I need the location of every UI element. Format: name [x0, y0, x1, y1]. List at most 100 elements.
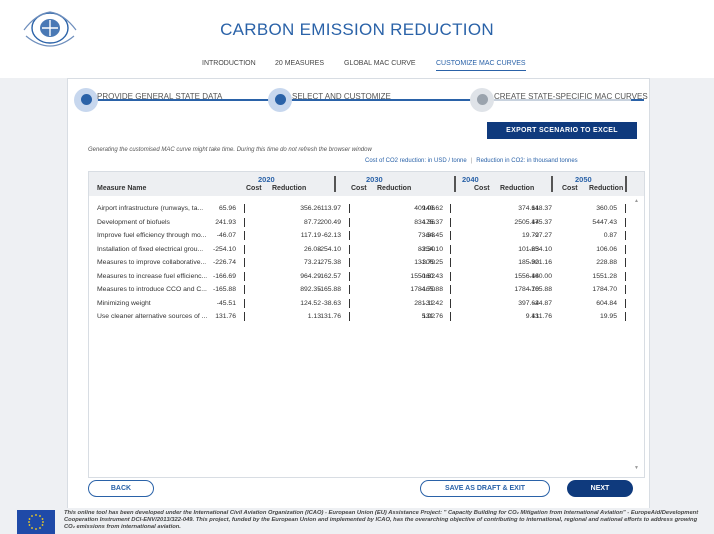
cell-divider	[450, 298, 451, 308]
tab-global-mac-curve[interactable]: GLOBAL MAC CURVE	[344, 60, 416, 67]
cost-cell: -162.57	[317, 272, 341, 280]
column-divider	[334, 176, 336, 192]
tab-customize-mac-curves[interactable]: CUSTOMIZE MAC CURVES	[436, 60, 526, 71]
generation-note: Generating the customised MAC curve migh…	[88, 147, 372, 153]
cell-divider	[450, 285, 451, 294]
cell-divider	[625, 285, 626, 294]
table-row[interactable]: Development of biofuels 241.93 87.72 200.49…	[89, 217, 629, 230]
cost-cell: -62.13	[321, 232, 341, 239]
cost-cell: -97.27	[532, 232, 552, 239]
measure-name-cell: Use cleaner alternative sources of ...	[97, 313, 208, 320]
cell-divider	[625, 298, 626, 308]
cell-divider	[625, 231, 626, 240]
table-row[interactable]: Improve fuel efficiency through mo... -46…	[89, 230, 629, 243]
measure-name-cell: Minimizing weight	[97, 299, 151, 307]
save-draft-exit-button[interactable]: SAVE AS DRAFT & EXIT	[420, 480, 550, 497]
reduction-cell: 356.26	[300, 205, 321, 212]
cell-divider	[244, 204, 245, 213]
measure-name-cell: Installation of fixed electrical grou...	[97, 245, 204, 253]
next-button[interactable]: NEXT	[567, 480, 633, 497]
reduction-cell: 87.72	[303, 218, 321, 226]
cell-divider	[349, 244, 350, 254]
cell-divider	[450, 244, 451, 254]
table-row[interactable]: Use cleaner alternative sources of ... 13…	[89, 311, 629, 324]
table-header: Measure Name 2020 Cost Reduction 2030 Co…	[89, 172, 644, 196]
cell-divider	[625, 258, 626, 267]
measure-name-cell: Measures to increase fuel efficienc...	[97, 272, 208, 280]
year-2020-header: 2020	[258, 175, 275, 184]
cost-cell: 175.37	[422, 218, 443, 226]
reduction-cell: 0.87	[603, 232, 617, 239]
cell-divider	[450, 312, 451, 321]
cost-cell: 131.76	[215, 313, 236, 320]
cell-divider	[625, 204, 626, 213]
cost-cell: -165.88	[317, 286, 341, 293]
table-row[interactable]: Minimizing weight -45.51 124.52 -38.63 281.1…	[89, 298, 629, 311]
reduction-cell: 106.06	[596, 245, 617, 253]
table-row[interactable]: Installation of fixed electrical grou...…	[89, 244, 629, 257]
table-row[interactable]: Measures to increase fuel efficienc... -1…	[89, 271, 629, 284]
scroll-up-icon[interactable]: ▲	[634, 198, 639, 204]
cell-divider	[349, 271, 350, 281]
cell-divider	[625, 244, 626, 254]
tab-20-measures[interactable]: 20 MEASURES	[275, 60, 324, 67]
cost-2040-header: Cost	[474, 185, 490, 192]
step-1-dot	[81, 94, 92, 105]
back-button[interactable]: BACK	[88, 480, 154, 497]
cost-cell: -254.10	[212, 245, 236, 253]
cost-cell: -275.38	[317, 259, 341, 266]
step-provide-general-state-data[interactable]: PROVIDE GENERAL STATE DATA	[97, 92, 222, 101]
cost-cell: 113.97	[320, 205, 341, 212]
cell-divider	[625, 312, 626, 321]
cost-cell: 131.76	[320, 313, 341, 320]
cost-2030-header: Cost	[351, 185, 367, 192]
tab-introduction[interactable]: INTRODUCTION	[202, 60, 256, 67]
reduction-2040-header: Reduction	[500, 185, 535, 192]
cell-divider	[244, 217, 245, 227]
column-divider	[454, 176, 456, 192]
cost-cell: -254.10	[317, 245, 341, 253]
cost-cell: -321.16	[528, 259, 552, 266]
cost-cell: -254.10	[419, 245, 443, 253]
measure-name-cell: Improve fuel efficiency through mo...	[97, 232, 207, 239]
cost-cell: 148.37	[531, 205, 552, 212]
cell-divider	[450, 204, 451, 213]
scroll-down-icon[interactable]: ▼	[634, 465, 639, 471]
eu-flag-icon	[17, 510, 55, 534]
cost-cell: -165.88	[419, 286, 443, 293]
cell-divider	[244, 298, 245, 308]
export-scenario-button[interactable]: EXPORT SCENARIO TO EXCEL	[487, 122, 637, 139]
reduction-2030-header: Reduction	[377, 185, 412, 192]
cell-divider	[450, 217, 451, 227]
measure-name-cell: Measures to improve collaborative...	[97, 259, 207, 266]
mac-table: Measure Name 2020 Cost Reduction 2030 Co…	[88, 171, 645, 478]
cost-cell: -254.10	[528, 245, 552, 253]
cost-unit-label: Cost of CO2 reduction: in USD / tonne	[365, 158, 467, 164]
measure-name-cell: Airport infrastructure (runways, ta...	[97, 205, 204, 212]
cost-cell: 140.62	[422, 205, 443, 212]
column-divider	[625, 176, 627, 192]
table-row[interactable]: Measures to introduce CCO and C... -165.8…	[89, 284, 629, 297]
cost-cell: -165.88	[212, 286, 236, 293]
year-2050-header: 2050	[575, 175, 592, 184]
cost-2020-header: Cost	[246, 185, 262, 192]
cost-cell: -31.42	[423, 299, 443, 307]
reduction-cell: 1551.28	[592, 272, 617, 280]
table-row[interactable]: Measures to improve collaborative... -226…	[89, 257, 629, 270]
year-2030-header: 2030	[366, 175, 383, 184]
reduction-cell: 360.05	[596, 205, 617, 212]
cell-divider	[244, 285, 245, 294]
reduction-cell: 5447.43	[592, 218, 617, 226]
cost-cell: -46.07	[216, 232, 236, 239]
cost-cell: -160.00	[528, 272, 552, 280]
step-select-and-customize[interactable]: SELECT AND CUSTOMIZE	[292, 92, 391, 101]
cell-divider	[349, 285, 350, 294]
cost-cell: -24.87	[532, 299, 552, 307]
cell-divider	[450, 231, 451, 240]
cost-cell: -166.69	[212, 272, 236, 280]
step-create-state-specific-mac-curves[interactable]: CREATE STATE-SPECIFIC MAC CURVES	[494, 92, 648, 101]
measure-name-cell: Measures to introduce CCO and C...	[97, 286, 207, 293]
reduction-cell: 19.95	[599, 313, 617, 320]
table-row[interactable]: Airport infrastructure (runways, ta... 65…	[89, 203, 629, 216]
reduction-cell: 228.88	[596, 259, 617, 266]
